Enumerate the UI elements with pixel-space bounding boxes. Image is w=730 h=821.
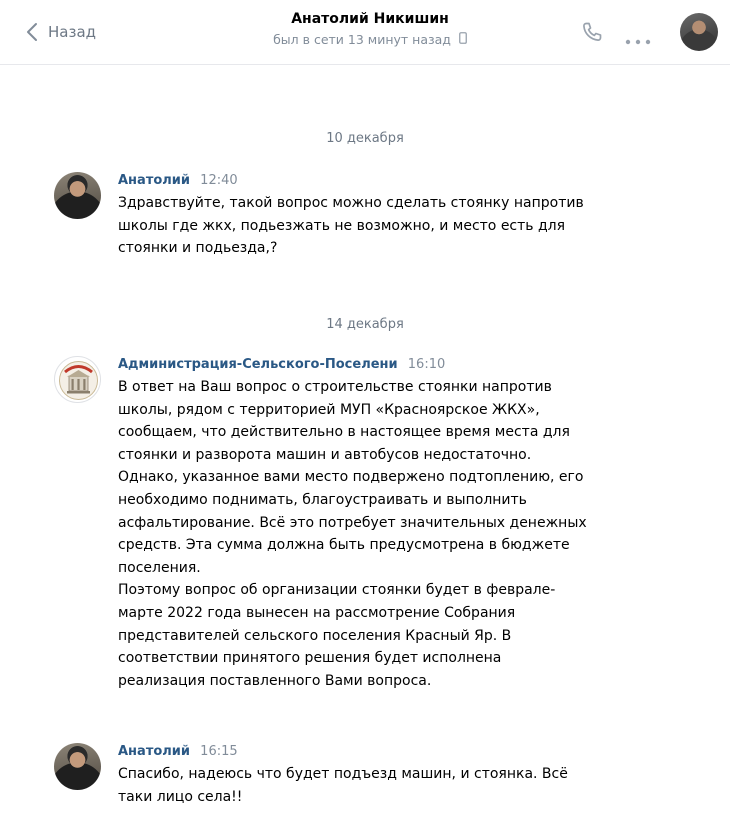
message-body: Администрация-Сельского-Поселени 16:10 В… [118,356,678,692]
author-name[interactable]: Анатолий [118,173,190,188]
date-separator: 14 декабря [326,317,404,332]
message-time: 12:40 [200,173,238,188]
mobile-device-icon [459,32,467,47]
message-meta: Анатолий 12:40 [118,172,678,189]
message-meta: Анатолий 16:15 [118,743,678,760]
message-text: В ответ на Ваш вопрос о строительстве ст… [118,379,587,689]
chat-header: Назад Анатолий Никишин был в сети 13 мин… [0,0,730,65]
author-name[interactable]: Администрация-Сельского-Поселени [118,357,398,372]
contact-name: Анатолий Никишин [291,11,449,27]
more-icon[interactable] [625,30,651,49]
author-name[interactable]: Анатолий [118,744,190,759]
message-time: 16:10 [407,357,446,372]
date-separator: 10 декабря [326,131,404,146]
message-text: Спасибо, надеюсь что будет подъезд машин… [118,766,568,805]
phone-icon[interactable] [580,20,604,48]
message-meta: Администрация-Сельского-Поселени 16:10 [118,356,678,373]
message-text: Здравствуйте, такой вопрос можно сделать… [118,195,584,257]
chat-title-block[interactable]: Анатолий Никишин был в сети 13 минут наз… [200,11,540,47]
author-avatar[interactable] [54,743,101,790]
author-avatar[interactable] [54,172,101,219]
author-avatar[interactable] [54,356,101,403]
status-text: был в сети 13 минут назад [273,32,451,47]
message-body: Анатолий 12:40 Здравствуйте, такой вопро… [118,172,678,260]
message-body: Анатолий 16:15 Спасибо, надеюсь что буде… [118,743,678,808]
chevron-left-icon [26,22,38,42]
back-button[interactable]: Назад [26,20,96,44]
contact-avatar[interactable] [680,13,718,51]
emblem-icon [55,361,100,402]
back-label: Назад [48,23,97,41]
online-status: был в сети 13 минут назад [200,32,540,47]
message-time: 16:15 [200,744,238,759]
